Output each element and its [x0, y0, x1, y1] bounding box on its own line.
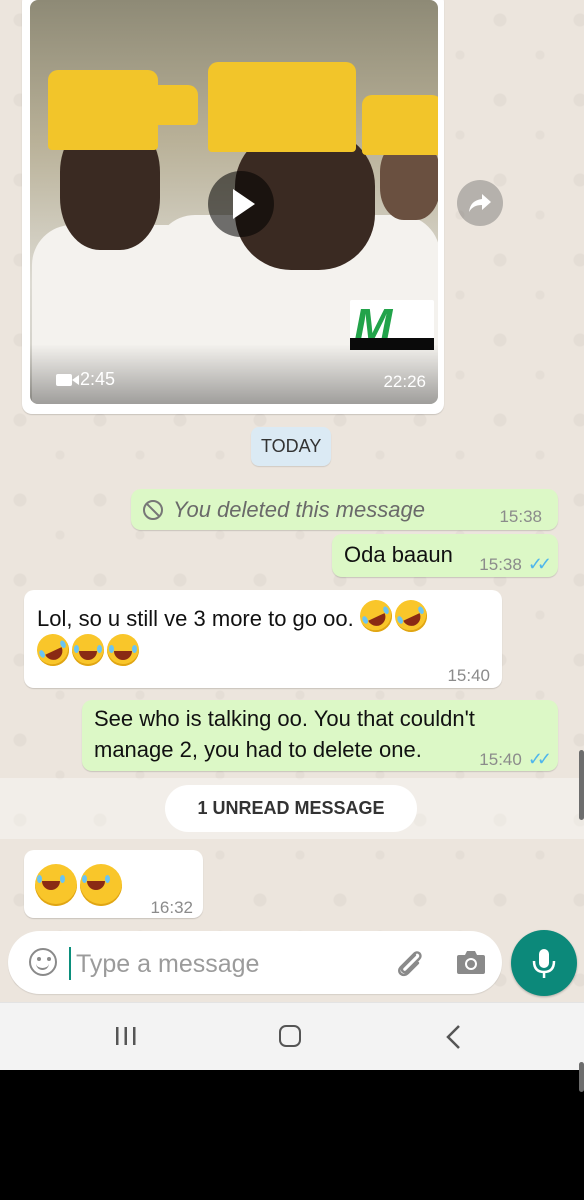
message-text: Lol, so u still ve 3 more to go oo.	[37, 606, 354, 631]
camera-icon[interactable]	[456, 949, 486, 975]
play-icon[interactable]	[208, 171, 274, 237]
mic-icon	[532, 949, 556, 978]
message-composer	[8, 931, 502, 994]
mic-button[interactable]	[511, 930, 577, 996]
attach-icon[interactable]	[393, 947, 425, 979]
outgoing-message[interactable]: Oda baaun 15:38 ✓✓	[332, 534, 558, 577]
unread-banner: 1 UNREAD MESSAGE	[165, 785, 417, 832]
scroll-edge	[579, 750, 584, 820]
message-time: 16:32	[150, 898, 193, 917]
home-icon[interactable]	[279, 1025, 301, 1047]
video-thumbnail[interactable]: M 2:45 22:26	[30, 0, 438, 404]
blocked-icon	[143, 499, 163, 520]
message-time: 15:40	[447, 666, 490, 685]
message-text: You deleted this message	[173, 497, 425, 522]
video-duration: 2:45	[56, 369, 115, 390]
forward-icon[interactable]	[457, 180, 503, 226]
double-check-icon: ✓✓	[527, 554, 552, 574]
message-body: Lol, so u still ve 3 more to go oo.	[31, 594, 487, 672]
rolling-laughing-emoji	[354, 594, 398, 638]
system-navigation-bar	[0, 1002, 584, 1070]
text-cursor	[69, 947, 71, 980]
deleted-message[interactable]: You deleted this message 15:38	[131, 489, 558, 530]
message-meta: 15:40 ✓✓	[479, 744, 552, 775]
tears-of-joy-emoji	[35, 864, 77, 906]
message-time: 15:38	[479, 555, 522, 574]
tears-of-joy-emoji	[72, 634, 104, 666]
message-body	[35, 864, 125, 908]
message-meta: 15:38 ✓✓	[479, 549, 552, 580]
tears-of-joy-emoji	[80, 864, 122, 906]
chat-area[interactable]: M 2:45 22:26 TODAY You deleted this mess…	[0, 0, 584, 1002]
message-text: See who is talking oo. You that couldn't…	[94, 706, 475, 762]
message-time: 15:38	[499, 507, 542, 526]
message-input[interactable]	[74, 945, 378, 983]
video-camera-icon	[56, 373, 79, 386]
message-text: Oda baaun	[344, 542, 453, 567]
date-divider: TODAY	[251, 427, 332, 466]
rolling-laughing-emoji	[389, 594, 433, 638]
emoji-icon[interactable]	[29, 948, 57, 976]
message-time: 22:26	[383, 372, 426, 391]
video-message[interactable]: M 2:45 22:26	[22, 0, 444, 414]
rolling-laughing-emoji	[31, 628, 75, 672]
back-icon[interactable]	[444, 1024, 464, 1050]
incoming-message[interactable]: 16:32	[24, 850, 203, 918]
outgoing-message[interactable]: See who is talking oo. You that couldn't…	[82, 700, 558, 771]
message-time: 15:40	[479, 750, 522, 769]
recent-apps-icon[interactable]	[115, 1025, 137, 1047]
incoming-message[interactable]: Lol, so u still ve 3 more to go oo. 15:4…	[24, 590, 502, 688]
channel-logo: M	[350, 299, 434, 351]
tears-of-joy-emoji	[107, 634, 139, 666]
scroll-edge	[579, 1062, 584, 1092]
double-check-icon: ✓✓	[527, 749, 552, 769]
